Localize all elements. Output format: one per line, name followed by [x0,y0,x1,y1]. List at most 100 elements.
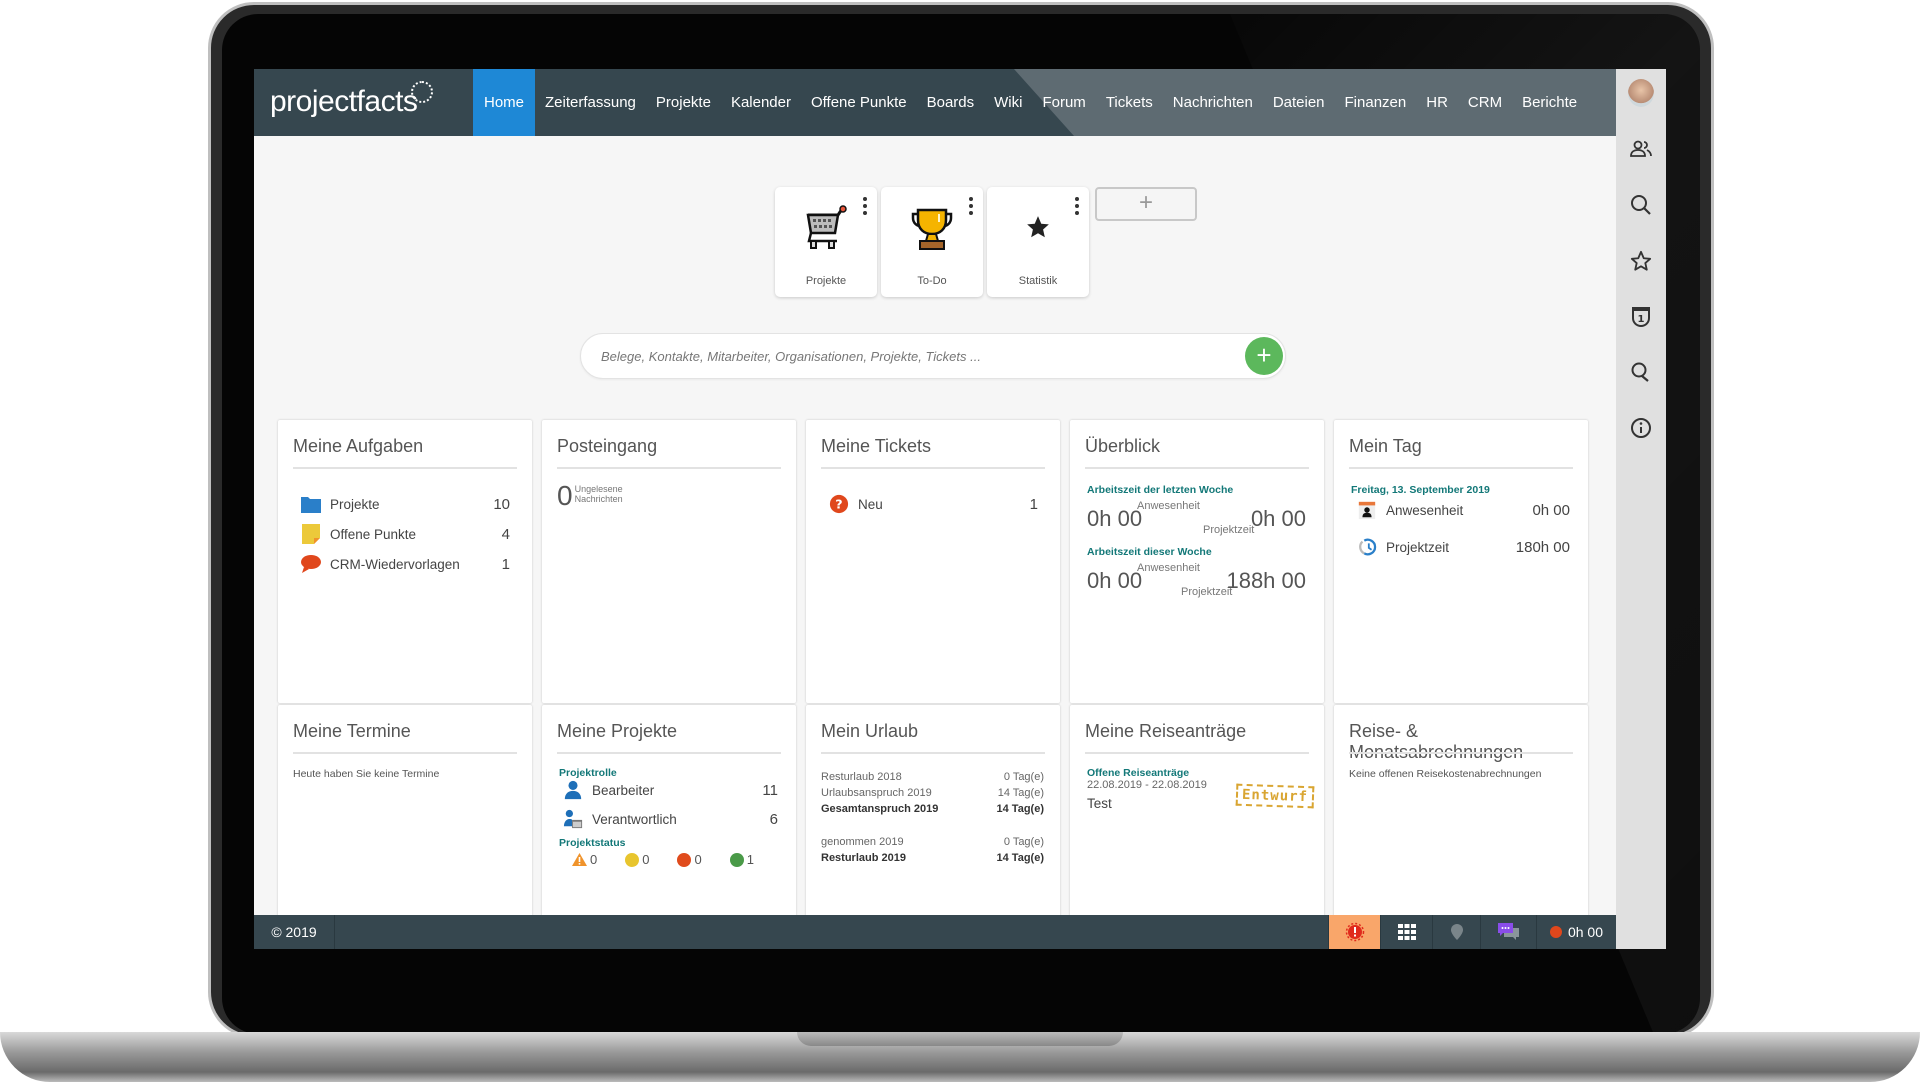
add-tile-button[interactable]: + [1095,187,1197,221]
widget-title: Meine Tickets [821,436,932,456]
shopping-cart-icon [775,205,877,262]
nav-projekte[interactable]: Projekte [646,69,721,136]
star-icon [987,205,1089,251]
tile-statistik[interactable]: Statistik [987,187,1089,297]
anwesenheit-value: 0h 00 [1087,506,1143,531]
vacation-table: Resturlaub 2018 0 Tag(e) Urlaubsanspruch … [821,769,1044,866]
nav-hr[interactable]: HR [1416,69,1458,136]
speech-bubble-icon [301,555,321,573]
trophy-icon [881,205,983,262]
apps-button[interactable] [1380,915,1432,949]
map-pin-icon [1450,924,1463,940]
person-icon [564,780,582,800]
folder-icon [301,497,321,513]
yellow-dot-icon [625,852,640,867]
right-sidebar: 1 [1616,69,1666,949]
record-dot-icon [1549,926,1562,938]
nav-boards[interactable]: Boards [917,69,985,136]
nav-berichte[interactable]: Berichte [1512,69,1587,136]
time-tracker[interactable]: 0h 00 [1536,915,1616,949]
add-button[interactable]: + [1245,337,1283,375]
status-yellow[interactable]: 0 [625,852,649,867]
status-warning[interactable]: 0 [572,852,597,867]
list-item[interactable]: CRM-Wiedervorlagen 1 [300,553,510,575]
nav-kalender[interactable]: Kalender [721,69,801,136]
draft-stamp: Entwurf [1235,783,1315,809]
widget-mein-tag: Mein Tag Freitag, 13. September 2019 Anw… [1334,420,1588,703]
empty-message: Keine offenen Reisekostenabrechnungen [1349,768,1542,780]
green-dot-icon [729,852,744,867]
tile-label: Statistik [1018,275,1058,287]
widget-reise-monatsabrechnungen: Reise- & Monatsabrechnungen Keine offene… [1334,705,1588,917]
widget-meine-reiseantraege: Meine Reiseanträge Offene Reiseanträge 2… [1070,705,1324,917]
tile-to-do[interactable]: To-Do [881,187,983,297]
nav-wiki[interactable]: Wiki [984,69,1032,136]
sticky-note-icon [302,524,320,544]
status-green[interactable]: 1 [729,852,754,867]
nav-finanzen[interactable]: Finanzen [1335,69,1417,136]
grid-icon [1397,924,1416,940]
unread-count[interactable]: 0 Ungelesene Nachrichten [557,482,623,510]
project-status-row: 0 0 0 1 [572,852,754,867]
list-item[interactable]: Projekte 10 [300,493,510,515]
question-icon: ? [829,494,849,514]
list-item[interactable]: Offene Punkte 4 [300,523,510,545]
tile-projekte[interactable]: Projekte [775,187,877,297]
star-icon[interactable] [1628,248,1654,274]
chat-button[interactable] [1480,915,1536,949]
list-item[interactable]: Verantwortlich 6 [562,808,778,830]
widget-meine-projekte: Meine Projekte Projektrolle Bearbeiter 1… [542,705,796,917]
widget-title: Posteingang [557,436,658,456]
nav-zeiterfassung[interactable]: Zeiterfassung [535,69,646,136]
quick-tiles: Projekte To-Do Statistik + [775,187,1197,297]
table-row: Resturlaub 2018 0 Tag(e) [821,771,1044,783]
widget-title: Meine Projekte [557,721,678,741]
search-icon[interactable] [1628,192,1654,218]
widget-title: Überblick [1085,436,1161,456]
list-item[interactable]: Anwesenheit 0h 00 [1356,499,1570,521]
laptop-notch [797,1032,1123,1046]
logo[interactable]: projectfacts [270,81,434,119]
user-avatar[interactable] [1628,79,1654,107]
nav-tickets[interactable]: Tickets [1096,69,1163,136]
location-search-icon[interactable] [1628,359,1654,385]
nav-nachrichten[interactable]: Nachrichten [1163,69,1263,136]
travel-request-link[interactable]: Test [1087,796,1112,811]
nav-offene-punkte[interactable]: Offene Punkte [801,69,917,136]
location-button[interactable] [1432,915,1480,949]
projektzeit-value: 0h 00 [1250,506,1306,531]
svg-text:?: ? [835,497,842,512]
date-label: Freitag, 13. September 2019 [1351,484,1490,496]
list-item[interactable]: ? Neu 1 [828,493,1038,515]
travel-dates: 22.08.2019 - 22.08.2019 [1087,779,1207,791]
red-dot-icon [677,852,692,867]
list-item[interactable]: Bearbeiter 11 [562,779,778,801]
global-search: + [580,333,1286,379]
users-icon[interactable] [1628,136,1654,162]
person-responsible-icon [563,809,583,829]
status-red[interactable]: 0 [677,852,702,867]
nav-forum[interactable]: Forum [1032,69,1095,136]
nav-crm[interactable]: CRM [1458,69,1512,136]
widget-posteingang: Posteingang 0 Ungelesene Nachrichten [542,420,796,703]
widget-title: Meine Aufgaben [293,436,424,456]
copyright: © 2019 [254,915,335,949]
nav-home[interactable]: Home [473,69,536,136]
tile-label: Projekte [805,275,847,287]
widget-meine-aufgaben: Meine Aufgaben Projekte 10 Offene Punkte… [278,420,532,703]
tile-label: To-Do [917,275,947,287]
list-item[interactable]: Projektzeit 180h 00 [1356,536,1570,558]
search-input[interactable] [601,334,1221,378]
alert-button[interactable] [1328,915,1380,949]
top-navbar: projectfacts Home Zeiterfassung Projekte… [254,69,1616,136]
badge-icon[interactable]: 1 [1628,304,1654,330]
nav-dateien[interactable]: Dateien [1263,69,1335,136]
calendar-person-icon [1358,501,1376,520]
projektzeit-value: 188h 00 [1226,568,1306,593]
widget-mein-urlaub: Mein Urlaub Resturlaub 2018 0 Tag(e) Urla… [806,705,1060,917]
table-row: Resturlaub 2019 14 Tag(e) [821,852,1044,864]
widget-title: Mein Tag [1349,436,1422,456]
table-row: genommen 2019 0 Tag(e) [821,836,1044,848]
info-icon[interactable] [1628,415,1654,441]
warning-icon [572,853,587,866]
